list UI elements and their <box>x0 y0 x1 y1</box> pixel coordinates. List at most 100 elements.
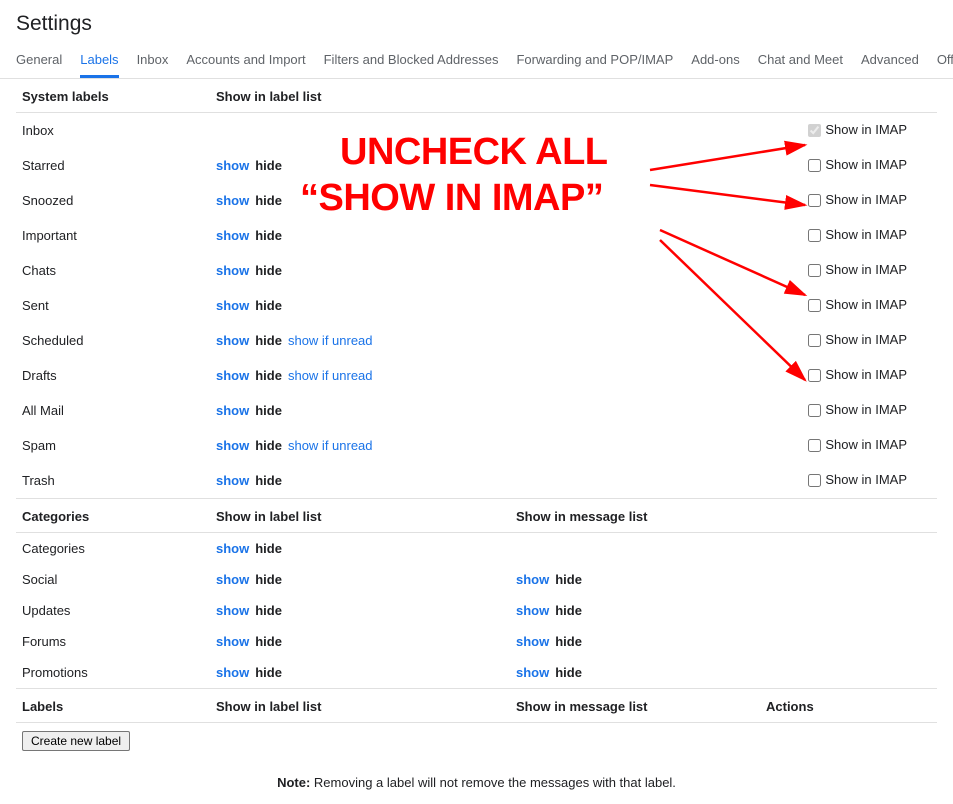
header-show-in-label-list: Show in label list <box>216 89 516 104</box>
header-show-in-label-list-2: Show in label list <box>216 509 516 524</box>
show-in-imap-checkbox[interactable] <box>808 334 821 347</box>
show-in-imap-checkbox[interactable] <box>808 264 821 277</box>
label-list-controls: show hide show if unread <box>216 368 516 383</box>
header-show-in-message-list-2: Show in message list <box>516 699 766 714</box>
hide-link[interactable]: hide <box>255 473 282 488</box>
tab-offline[interactable]: Offline <box>937 44 953 78</box>
show-in-imap-checkbox[interactable] <box>808 474 821 487</box>
hide-link[interactable]: hide <box>255 603 282 618</box>
label-name: Starred <box>16 158 216 173</box>
show-in-imap-label: Show in IMAP <box>825 367 907 382</box>
hide-link[interactable]: hide <box>555 572 582 587</box>
label-list-controls: show hide <box>216 228 516 243</box>
system-label-row: Scheduledshowhideshow if unreadShow in I… <box>16 323 937 358</box>
category-name: Forums <box>16 634 216 649</box>
show-in-imap-label: Show in IMAP <box>825 332 907 347</box>
hide-link[interactable]: hide <box>255 572 282 587</box>
label-name: Chats <box>16 263 216 278</box>
show-link: show <box>216 634 249 649</box>
show-in-imap-label: Show in IMAP <box>825 192 907 207</box>
category-label-list-controls: showhide <box>216 572 516 587</box>
show-link: show <box>216 263 249 278</box>
system-label-row: InboxShow in IMAP <box>16 113 937 148</box>
category-row: Updatesshowhideshowhide <box>16 595 937 626</box>
note-bold: Note: <box>277 775 310 790</box>
show-in-imap-label: Show in IMAP <box>825 402 907 417</box>
show-link: show <box>216 333 249 348</box>
show-link: show <box>216 541 249 556</box>
show-link: show <box>216 158 249 173</box>
label-name: Sent <box>16 298 216 313</box>
label-name: Snoozed <box>16 193 216 208</box>
label-list-controls: show hide show if unread <box>216 333 516 348</box>
hide-link[interactable]: hide <box>255 193 282 208</box>
show-if-unread-link[interactable]: show if unread <box>288 333 373 348</box>
hide-link[interactable]: hide <box>255 368 282 383</box>
tab-inbox[interactable]: Inbox <box>137 44 169 78</box>
hide-link[interactable]: hide <box>255 634 282 649</box>
tab-accounts-and-import[interactable]: Accounts and Import <box>186 44 305 78</box>
hide-link[interactable]: hide <box>255 665 282 680</box>
label-name: Spam <box>16 438 216 453</box>
show-link: show <box>516 634 549 649</box>
imap-cell: Show in IMAP <box>516 401 937 420</box>
settings-tabs: General Labels Inbox Accounts and Import Fil… <box>0 44 953 79</box>
show-in-imap-label: Show in IMAP <box>825 227 907 242</box>
category-msg-list-controls: showhide <box>516 603 766 618</box>
label-name: Important <box>16 228 216 243</box>
category-msg-list-controls: show hide <box>516 572 766 587</box>
show-in-imap-checkbox <box>808 124 821 137</box>
header-labels: Labels <box>16 699 216 714</box>
system-label-row: Importantshow hide Show in IMAP <box>16 218 937 253</box>
show-in-imap-checkbox[interactable] <box>808 369 821 382</box>
show-in-imap-checkbox[interactable] <box>808 229 821 242</box>
label-list-controls: showhide <box>216 473 516 488</box>
hide-link[interactable]: hide <box>555 665 582 680</box>
create-new-label-button[interactable]: Create new label <box>22 731 130 751</box>
tab-general[interactable]: General <box>16 44 62 78</box>
hide-link[interactable]: hide <box>255 158 282 173</box>
system-label-row: Snoozedshow hide Show in IMAP <box>16 183 937 218</box>
category-row: Categoriesshowhide <box>16 533 937 564</box>
tab-add-ons[interactable]: Add-ons <box>691 44 739 78</box>
category-name: Promotions <box>16 665 216 680</box>
show-if-unread-link[interactable]: show if unread <box>288 368 373 383</box>
tab-advanced[interactable]: Advanced <box>861 44 919 78</box>
imap-cell: Show in IMAP <box>516 156 937 175</box>
hide-link[interactable]: hide <box>555 603 582 618</box>
labels-section-header: Labels Show in label list Show in messag… <box>16 688 937 723</box>
hide-link[interactable]: hide <box>255 263 282 278</box>
show-link: show <box>216 228 249 243</box>
show-in-imap-checkbox[interactable] <box>808 404 821 417</box>
hide-link[interactable]: hide <box>255 298 282 313</box>
category-row: Socialshowhideshowhide <box>16 564 937 595</box>
tab-chat-and-meet[interactable]: Chat and Meet <box>758 44 843 78</box>
show-in-imap-checkbox[interactable] <box>808 299 821 312</box>
category-label-list-controls: showhide <box>216 603 516 618</box>
category-name: Social <box>16 572 216 587</box>
hide-link[interactable]: hide <box>255 228 282 243</box>
tab-filters-and-blocked-addresses[interactable]: Filters and Blocked Addresses <box>324 44 499 78</box>
imap-cell: Show in IMAP <box>516 226 937 245</box>
hide-link[interactable]: hide <box>555 634 582 649</box>
show-link: show <box>216 665 249 680</box>
show-in-imap-checkbox[interactable] <box>808 159 821 172</box>
show-link: show <box>216 368 249 383</box>
tab-labels[interactable]: Labels <box>80 44 118 78</box>
category-msg-list-controls: showhide <box>516 665 766 680</box>
label-name: Trash <box>16 473 216 488</box>
hide-link[interactable]: hide <box>255 333 282 348</box>
show-link: show <box>216 193 249 208</box>
imap-cell: Show in IMAP <box>516 366 937 385</box>
label-list-controls: showhide <box>216 403 516 418</box>
show-if-unread-link[interactable]: show if unread <box>288 438 373 453</box>
tab-forwarding-and-pop-imap[interactable]: Forwarding and POP/IMAP <box>516 44 673 78</box>
hide-link[interactable]: hide <box>255 403 282 418</box>
show-in-imap-checkbox[interactable] <box>808 439 821 452</box>
header-show-in-label-list-3: Show in label list <box>216 699 516 714</box>
system-label-row: SentshowhideShow in IMAP <box>16 288 937 323</box>
show-link: show <box>516 572 549 587</box>
hide-link[interactable]: hide <box>255 438 282 453</box>
show-in-imap-checkbox[interactable] <box>808 194 821 207</box>
hide-link[interactable]: hide <box>255 541 282 556</box>
